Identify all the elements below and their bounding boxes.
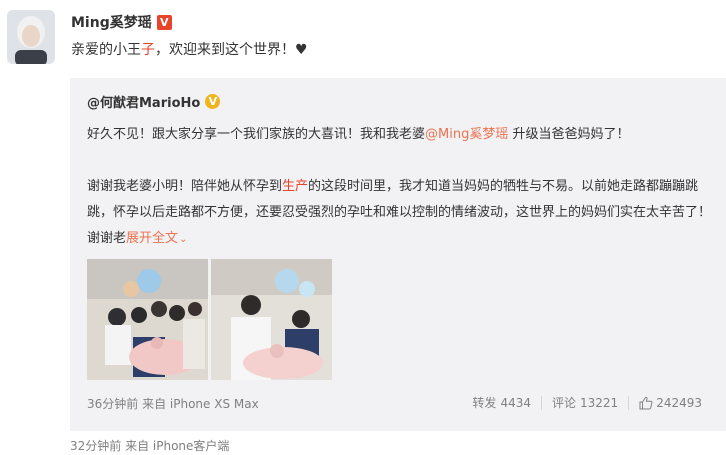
- post-timestamp-source: 32分钟前 来自 iPhone客户端: [70, 439, 230, 453]
- repost-para-highlight: 生产: [282, 179, 309, 194]
- mention-link[interactable]: @Ming奚梦瑶: [425, 127, 508, 142]
- expand-full-text-link[interactable]: 展开全文⌄: [126, 231, 187, 246]
- like-count: 242493: [656, 395, 702, 410]
- verified-gold-badge-icon: V: [205, 94, 221, 109]
- repost-label: 转发: [472, 396, 497, 410]
- divider: [628, 395, 630, 410]
- repost-line1-part1: 好久不见！跟大家分享一个我们家族的大喜讯！我和我老婆: [87, 127, 426, 142]
- repost-timestamp-source: 36分钟前 来自 iPhone XS Max: [87, 397, 259, 411]
- repost-count-button[interactable]: 转发 4434: [472, 394, 531, 411]
- repost-photo-1[interactable]: [87, 259, 208, 380]
- repost-line1-part2: 升级当爸爸妈妈了！: [508, 127, 630, 142]
- thumbs-up-icon: [639, 396, 653, 409]
- divider: [540, 395, 542, 410]
- comment-count: 13221: [580, 395, 619, 410]
- post-header: Ming奚梦瑶 V: [71, 11, 172, 33]
- post-text: 亲爱的小王子，欢迎来到这个世界！♥: [71, 39, 308, 59]
- repost-stats: 转发 4434 评论 13221 242493: [472, 394, 702, 411]
- comment-count-button[interactable]: 评论 13221: [552, 394, 618, 411]
- author-avatar[interactable]: [7, 10, 55, 64]
- chevron-down-icon: ⌄: [179, 234, 188, 245]
- post-text-part2: ，欢迎来到这个世界！: [155, 42, 295, 58]
- author-name[interactable]: Ming奚梦瑶: [71, 12, 152, 32]
- repost-text-line1: 好久不见！跟大家分享一个我们家族的大喜讯！我和我老婆@Ming奚梦瑶 升级当爸爸…: [87, 123, 629, 142]
- post-text-highlight: 子: [141, 42, 155, 58]
- verified-badge-icon: V: [156, 14, 172, 30]
- repost-count: 4434: [500, 395, 531, 410]
- repost-author-name[interactable]: @何猷君MarioHo: [87, 92, 200, 111]
- repost-card: @何猷君MarioHo V 好久不见！跟大家分享一个我们家族的大喜讯！我和我老婆…: [70, 78, 726, 431]
- expand-label: 展开全文: [126, 231, 179, 246]
- repost-paragraph: 谢谢我老婆小明！陪伴她从怀孕到生产的这段时间里，我才知道当妈妈的牺牲与不易。以前…: [87, 174, 717, 253]
- repost-photo-2[interactable]: [211, 259, 332, 380]
- repost-header: @何猷君MarioHo V: [87, 92, 221, 111]
- comment-label: 评论: [551, 396, 576, 410]
- post-text-part1: 亲爱的小王: [71, 42, 141, 58]
- repost-para-part1: 谢谢我老婆小明！陪伴她从怀孕到: [87, 179, 283, 194]
- like-button[interactable]: 242493: [639, 396, 702, 410]
- heart-icon: ♥: [295, 42, 308, 58]
